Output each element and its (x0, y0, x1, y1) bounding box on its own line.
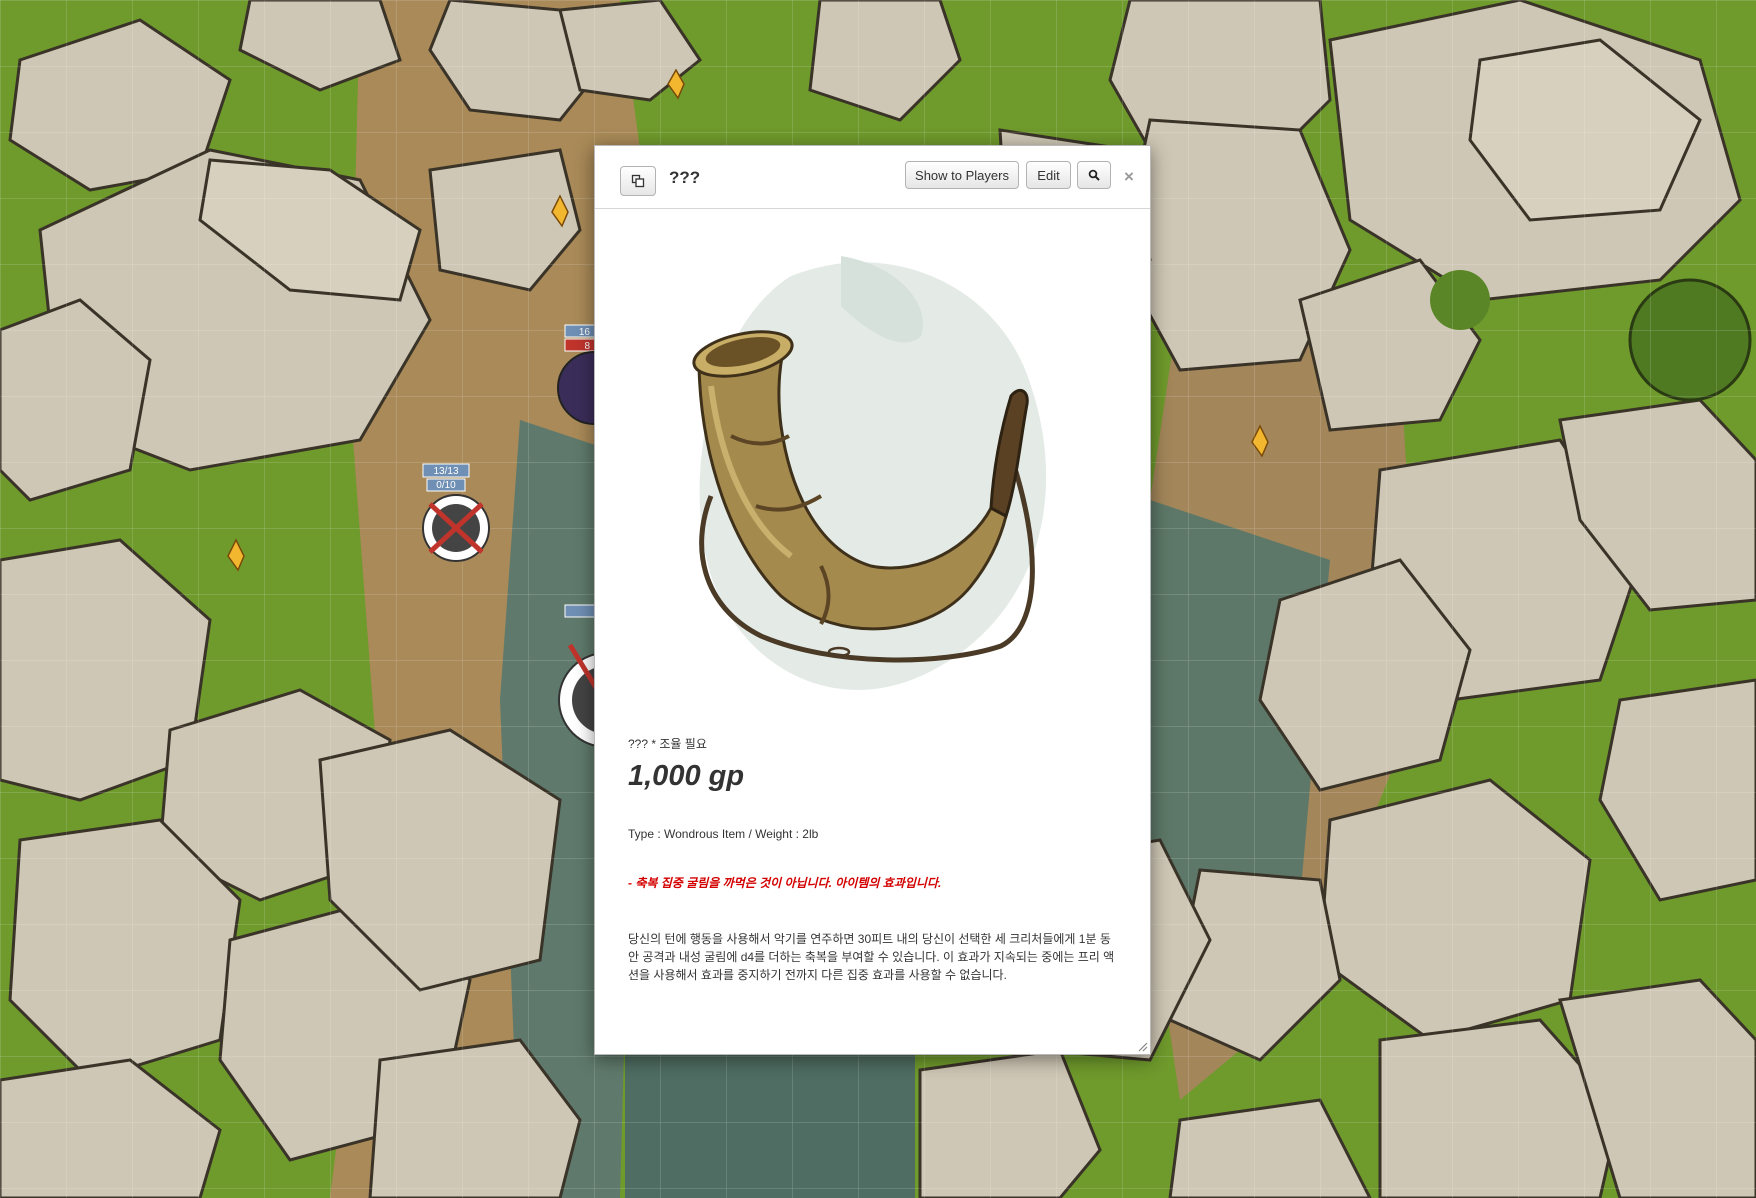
item-price: 1,000 gp (628, 760, 745, 792)
item-type-weight: Type : Wondrous Item / Weight : 2lb (628, 827, 819, 841)
dialog-titlebar[interactable]: ??? Show to Players Edit × (595, 146, 1150, 209)
item-subtitle: ??? * 조율 필요 (628, 737, 707, 751)
popout-icon (631, 174, 645, 188)
handout-dialog: ??? Show to Players Edit × ??? * 조율 필요 1… (594, 145, 1151, 1055)
handout-content: ??? * 조율 필요 1,000 gp Type : Wondrous Ite… (595, 210, 1150, 1050)
popout-button[interactable] (620, 166, 656, 196)
token-hp-label: 13/13 (433, 466, 458, 477)
resize-grip-icon[interactable] (1136, 1040, 1148, 1052)
search-button[interactable] (1077, 161, 1111, 189)
close-icon[interactable]: × (1124, 167, 1134, 187)
item-warning-note: - 축복 집중 굴림을 까먹은 것이 아닙니다. 아이템의 효과입니다. (628, 876, 942, 890)
edit-button[interactable]: Edit (1026, 161, 1071, 189)
handout-title: ??? (669, 168, 701, 187)
item-description: 당신의 턴에 행동을 사용해서 악기를 연주하면 30피트 내의 당신이 선택한… (628, 932, 1115, 982)
token-sub-label: 0/10 (436, 480, 456, 491)
token-sub-label: 8 (584, 341, 590, 352)
drinking-horn-image (692, 256, 1047, 690)
search-icon (1088, 169, 1100, 181)
token-hp-label: 16 (579, 327, 591, 338)
show-to-players-button[interactable]: Show to Players (905, 161, 1019, 189)
